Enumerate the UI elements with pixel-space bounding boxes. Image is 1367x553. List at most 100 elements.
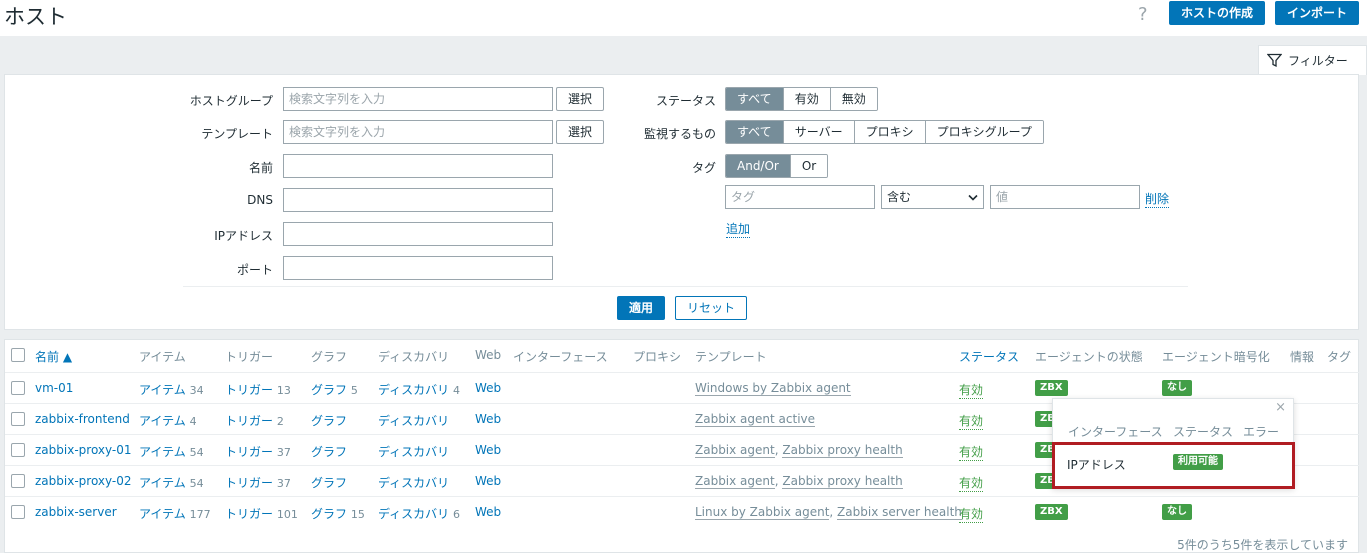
web-link[interactable]: Web [475,443,501,457]
port-input[interactable] [283,256,553,280]
status-link[interactable]: 有効 [959,412,984,430]
agent-status-badge[interactable]: ZBX [1035,504,1068,520]
web-link[interactable]: Web [475,412,501,426]
encryption-badge: なし [1162,504,1192,520]
items-link[interactable]: アイテム [139,383,186,397]
templates-cell: Zabbix agent active [695,412,816,427]
column-web: Web [475,348,502,362]
graphs-link[interactable]: グラフ [311,414,347,428]
monitored-option-server[interactable]: サーバー [782,121,854,143]
discovery-link[interactable]: ディスカバリ [378,445,449,459]
triggers-link[interactable]: トリガー [225,414,273,428]
monitored-option-proxy[interactable]: プロキシ [853,121,925,143]
discovery-count: 4 [453,384,460,397]
import-button[interactable]: インポート [1275,1,1359,25]
triggers-link[interactable]: トリガー [225,445,273,459]
graphs-link[interactable]: グラフ [311,476,347,490]
host-name-link[interactable]: vm-01 [35,381,73,395]
tag-mode-or[interactable]: Or [789,155,828,177]
tag-remove-link[interactable]: 削除 [1145,190,1170,208]
column-status[interactable]: ステータス [959,348,1019,365]
graphs-link[interactable]: グラフ [311,507,347,521]
apply-button[interactable]: 適用 [617,296,665,320]
filter-tab[interactable]: フィルター [1258,45,1367,75]
template-link[interactable]: Zabbix server health [837,505,962,520]
template-link[interactable]: Windows by Zabbix agent [695,381,851,396]
items-link[interactable]: アイテム [139,476,186,490]
status-link[interactable]: 有効 [959,474,984,492]
close-icon[interactable]: × [1275,400,1286,415]
column-name[interactable]: 名前 ▲ [35,348,72,365]
web-link[interactable]: Web [475,381,501,395]
template-link[interactable]: Zabbix agent [695,474,775,489]
template-link[interactable]: Zabbix agent active [695,412,816,427]
status-option-disabled[interactable]: 無効 [829,88,877,110]
row-checkbox[interactable] [11,505,25,519]
discovery-link[interactable]: ディスカバリ [378,476,449,490]
help-icon[interactable]: ? [1138,4,1148,25]
status-label: ステータス [655,94,716,108]
template-input[interactable]: 検索文字列を入力 [283,120,553,144]
template-select-button[interactable]: 選択 [556,120,604,144]
tag-mode-and-or[interactable]: And/Or [726,155,790,177]
discovery-link[interactable]: ディスカバリ [378,507,449,521]
create-host-button[interactable]: ホストの作成 [1169,1,1265,25]
monitored-option-all[interactable]: すべて [726,121,783,143]
tag-add-link[interactable]: 追加 [726,220,751,238]
reset-button[interactable]: リセット [675,296,747,320]
host-name-link[interactable]: zabbix-server [35,505,117,519]
row-checkbox[interactable] [11,381,25,395]
select-all-checkbox[interactable] [11,348,25,362]
ip-input[interactable] [283,222,553,246]
ip-label: IPアドレス [214,229,273,243]
dns-input[interactable] [283,188,553,212]
filter-tab-label: フィルター [1288,54,1348,68]
popup-header-error: エラー [1243,425,1280,439]
tag-value-input[interactable]: 値 [990,185,1140,209]
host-name-link[interactable]: zabbix-frontend [35,412,130,426]
items-count: 4 [189,415,197,428]
tag-name-input[interactable]: タグ [725,185,875,209]
column-templates: テンプレート [695,350,767,364]
template-link[interactable]: Zabbix proxy health [782,443,903,458]
host-name-link[interactable]: zabbix-proxy-01 [35,443,132,457]
discovery-link[interactable]: ディスカバリ [378,383,449,397]
template-separator: , [829,505,838,519]
row-checkbox[interactable] [11,412,25,426]
tag-operator-select[interactable]: 含む [881,185,984,209]
template-link[interactable]: Zabbix agent [695,443,775,458]
row-checkbox[interactable] [11,474,25,488]
triggers-link[interactable]: トリガー [225,476,273,490]
monitored-option-proxy-group[interactable]: プロキシグループ [924,121,1043,143]
host-name-link[interactable]: zabbix-proxy-02 [35,474,132,488]
column-graphs: グラフ [311,350,348,364]
web-link[interactable]: Web [475,474,501,488]
host-group-select-button[interactable]: 選択 [556,87,604,111]
triggers-cell: トリガー 13 [225,381,291,398]
page-header: ホスト ? ホストの作成 インポート [0,0,1367,36]
items-link[interactable]: アイテム [139,414,186,428]
items-link[interactable]: アイテム [139,445,186,459]
graphs-link[interactable]: グラフ [311,383,347,397]
discovery-count: 6 [453,508,460,521]
items-link[interactable]: アイテム [139,507,186,521]
status-option-enabled[interactable]: 有効 [782,88,830,110]
status-link[interactable]: 有効 [959,443,984,461]
discovery-link[interactable]: ディスカバリ [378,414,449,428]
graphs-count: 5 [350,384,358,397]
status-link[interactable]: 有効 [959,505,984,523]
status-option-all[interactable]: すべて [726,88,783,110]
host-group-input[interactable]: 検索文字列を入力 [283,87,553,111]
triggers-link[interactable]: トリガー [225,383,273,397]
agent-status-badge[interactable]: ZBX [1035,380,1068,396]
web-link[interactable]: Web [475,505,501,519]
name-input[interactable] [283,154,553,178]
graphs-cell: グラフ [311,412,347,429]
status-link[interactable]: 有効 [959,381,984,399]
row-checkbox[interactable] [11,443,25,457]
template-link[interactable]: Zabbix proxy health [782,474,903,489]
triggers-link[interactable]: トリガー [225,507,273,521]
template-link[interactable]: Linux by Zabbix agent [695,505,830,520]
graphs-link[interactable]: グラフ [311,445,347,459]
highlight-box [1052,442,1295,489]
